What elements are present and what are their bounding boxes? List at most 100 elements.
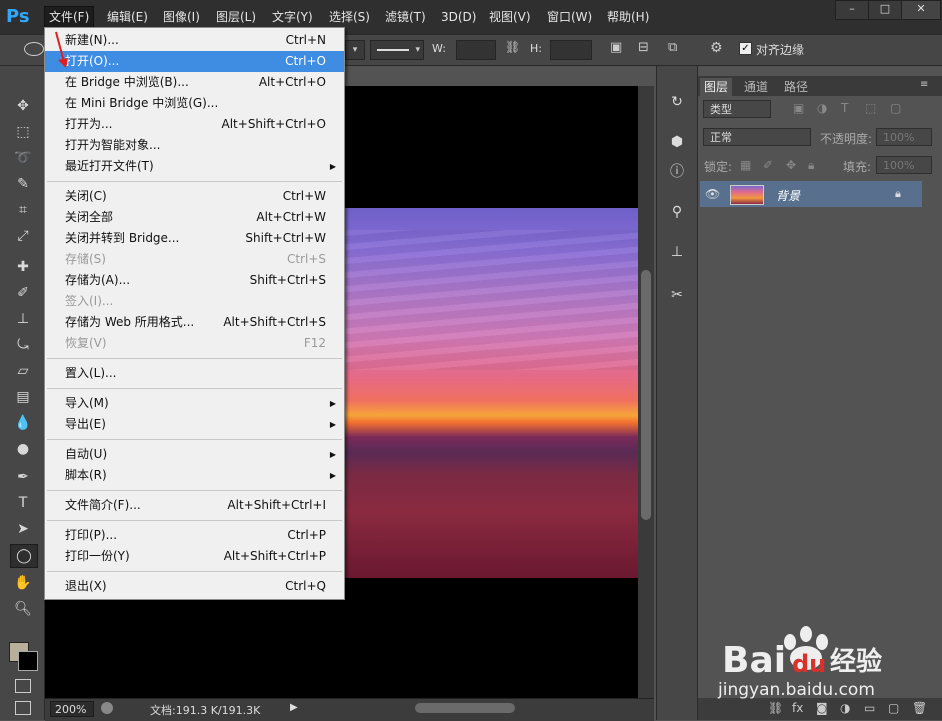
info-panel-icon[interactable]: ⓘ [666,161,688,183]
filter-shape-icon[interactable]: ⬚ [865,101,876,115]
layer-kind-filter[interactable]: 类型 [703,100,771,118]
path-operations-icon[interactable]: ▣ [610,40,622,55]
lock-pixels-icon[interactable]: ✐ [763,158,773,172]
file-menu-item[interactable]: 最近打开文件(T) ▶ [45,156,344,177]
background-color-swatch[interactable] [18,651,38,671]
file-menu-item[interactable]: 在 Mini Bridge 中浏览(G)... [45,93,344,114]
file-menu-item[interactable]: 文件简介(F)... Alt+Shift+Ctrl+I [45,495,344,516]
menu-item-10[interactable]: 帮助(H) [603,8,653,26]
stroke-style-dropdown[interactable]: ▾ [370,40,424,60]
adjustment-layer-icon[interactable]: ◑ [840,701,850,715]
eraser-tool-icon[interactable]: ▱ [10,360,36,382]
minimize-button[interactable]: – [835,0,869,20]
maximize-button[interactable]: □ [868,0,902,20]
eye-visibility-icon[interactable]: 👁︎ [705,187,720,201]
opacity-field[interactable]: 100% [876,128,932,146]
file-menu-item[interactable]: 退出(X) Ctrl+Q [45,576,344,597]
file-menu-item[interactable]: 关闭(C) Ctrl+W [45,186,344,207]
3d-panel-icon[interactable]: ⬢ [666,131,688,153]
filter-pixel-icon[interactable]: ▣ [793,101,804,115]
file-menu-item[interactable]: 新建(N)... Ctrl+N [45,30,344,51]
close-button[interactable]: ✕ [901,0,941,20]
blur-tool-icon[interactable]: 💧 [10,412,36,434]
trash-icon[interactable]: 🗑︎ [912,701,927,715]
filter-adjustment-icon[interactable]: ◑ [817,101,827,115]
file-menu-item[interactable]: 在 Bridge 中浏览(B)... Alt+Ctrl+O [45,72,344,93]
gradient-tool-icon[interactable]: ▤ [10,386,36,408]
path-alignment-icon[interactable]: ⊟ [638,40,649,55]
tool-presets-panel-icon[interactable]: ✂ [666,284,688,306]
quick-mask-icon[interactable] [15,679,31,693]
stamp-tool-icon[interactable]: ⊥ [10,308,36,330]
menu-item-9[interactable]: 窗口(W) [543,8,596,26]
menu-item-8[interactable]: 视图(V) [485,8,535,26]
marquee-tool-icon[interactable]: ⬚ [10,121,36,143]
link-layers-icon[interactable]: ⛓ [768,701,783,715]
file-menu-item[interactable]: 打印一份(Y) Alt+Shift+Ctrl+P [45,546,344,567]
vertical-scroll-thumb[interactable] [641,270,651,520]
blend-mode-dropdown[interactable]: 正常 [703,128,811,146]
history-brush-tool-icon[interactable]: ⤿ [10,334,36,356]
quick-select-tool-icon[interactable]: ✎ [10,173,36,195]
lasso-tool-icon[interactable]: ➰ [10,147,36,169]
file-menu-item[interactable]: 打开为智能对象... [45,135,344,156]
type-tool-icon[interactable]: T [10,492,36,514]
menu-item-7[interactable]: 3D(D) [437,8,480,26]
lock-position-icon[interactable]: ✥ [786,158,796,172]
new-group-icon[interactable]: ▭ [864,701,875,715]
zoom-tool-icon[interactable]: 🔍︎ [10,598,36,620]
lock-all-icon[interactable]: 🔒︎ [808,158,814,173]
healing-tool-icon[interactable]: ✚ [10,256,36,278]
clone-source-panel-icon[interactable]: ⊥ [666,241,688,263]
new-layer-icon[interactable]: ▢ [888,701,899,715]
path-arrangement-icon[interactable]: ⧉ [668,40,677,55]
align-edges-checkbox[interactable]: ✓ [739,42,752,55]
crop-tool-icon[interactable]: ⌗ [10,199,36,221]
menu-item-0[interactable]: 文件(F) [44,6,95,28]
file-menu-item[interactable]: 自动(U) ▶ [45,444,344,465]
status-menu-icon[interactable] [101,702,113,714]
filter-smart-icon[interactable]: ▢ [890,101,901,115]
hand-tool-icon[interactable]: ✋ [10,572,36,594]
menu-item-3[interactable]: 图层(L) [212,8,260,26]
file-menu-item[interactable]: 关闭全部 Alt+Ctrl+W [45,207,344,228]
tab-paths[interactable]: 路径 [780,78,812,96]
stroke-type-dropdown[interactable]: ▾ [345,40,365,60]
horizontal-scroll-thumb[interactable] [415,703,515,713]
brush-tool-icon[interactable]: ✐ [10,282,36,304]
fill-field[interactable]: 100% [876,156,932,174]
layer-style-icon[interactable]: fx [792,701,803,715]
file-menu-item[interactable]: 打印(P)... Ctrl+P [45,525,344,546]
file-menu-item[interactable]: 脚本(R) ▶ [45,465,344,486]
lock-transparency-icon[interactable]: ▦ [740,158,751,172]
file-menu-item[interactable]: 置入(L)... [45,363,344,384]
file-menu-item[interactable]: 打开(O)... Ctrl+O [45,51,344,72]
filter-type-icon[interactable]: T [841,101,848,115]
move-tool-icon[interactable]: ✥ [10,95,36,117]
file-menu-item[interactable]: 导入(M) ▶ [45,393,344,414]
file-menu-item[interactable]: 打开为... Alt+Shift+Ctrl+O [45,114,344,135]
screen-mode-icon[interactable] [15,701,31,715]
panel-menu-icon[interactable]: ≡ [920,79,928,90]
tab-channels[interactable]: 通道 [740,78,772,96]
dodge-tool-icon[interactable]: ● [10,438,36,460]
eyedropper-tool-icon[interactable]: ⤢ [10,225,36,247]
link-icon[interactable]: ⛓ [505,40,520,54]
menu-item-4[interactable]: 文字(Y) [268,8,317,26]
history-panel-icon[interactable]: ↻ [666,91,688,113]
menu-item-2[interactable]: 图像(I) [159,8,204,26]
gear-icon[interactable]: ⚙ [710,40,723,56]
file-menu-item[interactable]: 存储为 Web 所用格式... Alt+Shift+Ctrl+S [45,312,344,333]
menu-item-6[interactable]: 滤镜(T) [381,8,430,26]
add-mask-icon[interactable]: ◙ [816,701,828,715]
width-input[interactable] [456,40,496,60]
file-menu-item[interactable]: 导出(E) ▶ [45,414,344,435]
status-arrow-icon[interactable]: ▶ [290,702,298,713]
menu-item-5[interactable]: 选择(S) [325,8,374,26]
pen-tool-icon[interactable]: ✒ [10,466,36,488]
tab-layers[interactable]: 图层 [700,78,733,96]
file-menu-item[interactable]: 存储为(A)... Shift+Ctrl+S [45,270,344,291]
menu-item-1[interactable]: 编辑(E) [103,8,152,26]
height-input[interactable] [550,40,592,60]
file-menu-item[interactable]: 关闭并转到 Bridge... Shift+Ctrl+W [45,228,344,249]
